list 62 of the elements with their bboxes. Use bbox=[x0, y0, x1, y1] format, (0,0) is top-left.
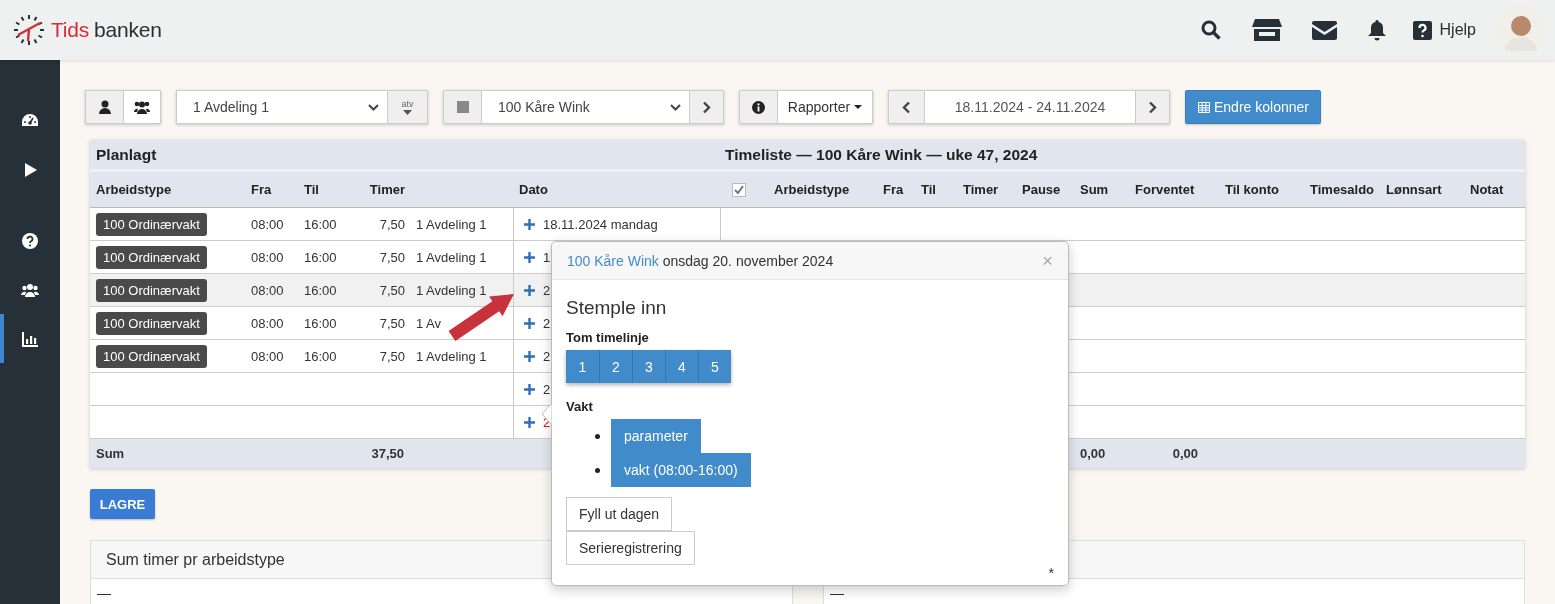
column-header: Fra bbox=[883, 182, 904, 197]
popover-heading: Stemple inn bbox=[566, 297, 668, 319]
work-type-badge: 100 Ordinærvakt bbox=[96, 245, 207, 269]
table-cell: 16:00 bbox=[304, 249, 337, 265]
table-cell: 08:00 bbox=[251, 315, 284, 331]
column-header: Lønnsart bbox=[1386, 182, 1442, 197]
table-cell: 16:00 bbox=[304, 315, 337, 331]
table-cell: 16:00 bbox=[304, 216, 337, 232]
brand-name: Tids banken bbox=[51, 18, 162, 42]
column-header: Til bbox=[921, 182, 936, 197]
table-cell: 7,50 bbox=[379, 348, 405, 364]
work-type-badge: 100 Ordinærvakt bbox=[96, 311, 207, 335]
table-cell: 7,50 bbox=[379, 315, 405, 331]
column-header: Forventet bbox=[1135, 182, 1195, 197]
sum-cell: 37,50 bbox=[371, 446, 404, 461]
table-cell: 7,50 bbox=[379, 282, 405, 298]
date-cell: 2 bbox=[543, 381, 551, 397]
column-header: Timesaldo bbox=[1310, 182, 1375, 197]
date-cell: 2 bbox=[543, 282, 551, 298]
column-header: Fra bbox=[251, 182, 272, 197]
column-header: Arbeidstype bbox=[96, 182, 172, 197]
panel-text: — bbox=[830, 585, 844, 601]
column-header: Timer bbox=[963, 182, 999, 197]
table-cell: 1 Av bbox=[416, 315, 442, 331]
popover-title: 100 Kåre Wink onsdag 20. november 2024 bbox=[567, 252, 834, 269]
work-type-badge: 100 Ordinærvakt bbox=[96, 344, 207, 368]
table-cell: 1 Avdeling 1 bbox=[416, 216, 487, 232]
section-label: Tom timelinje bbox=[566, 330, 650, 345]
column-header: Sum bbox=[1080, 182, 1109, 197]
column-header: Pause bbox=[1022, 182, 1061, 197]
date-cell: 2 bbox=[543, 348, 551, 364]
table-cell: 16:00 bbox=[304, 348, 337, 364]
work-type-badge: 100 Ordinærvakt bbox=[96, 278, 207, 302]
date-cell: 2 bbox=[543, 315, 551, 331]
table-cell: 08:00 bbox=[251, 216, 284, 232]
date-cell: 18.11.2024 mandag bbox=[543, 216, 658, 232]
section-title: Timeliste — 100 Kåre Wink — uke 47, 2024 bbox=[725, 145, 1038, 164]
work-type-badge: 100 Ordinærvakt bbox=[96, 212, 207, 236]
section-label: Vakt bbox=[566, 399, 594, 414]
table-cell: 08:00 bbox=[251, 249, 284, 265]
table-cell: 16:00 bbox=[304, 282, 337, 298]
column-header: Dato bbox=[519, 182, 548, 197]
column-header: Arbeidstype bbox=[774, 182, 850, 197]
sum-cell: 0,00 bbox=[1080, 446, 1106, 461]
panel-text: — bbox=[97, 585, 111, 601]
table-cell: 7,50 bbox=[379, 216, 405, 232]
table-cell: 1 Avdeling 1 bbox=[416, 348, 487, 364]
table-cell: 08:00 bbox=[251, 282, 284, 298]
date-cell: 1 bbox=[543, 249, 551, 265]
sum-label: Sum bbox=[96, 446, 125, 461]
table-cell: 7,50 bbox=[379, 249, 405, 265]
column-header: Til konto bbox=[1225, 182, 1279, 197]
section-title: Planlagt bbox=[96, 145, 157, 164]
column-header: Timer bbox=[369, 182, 405, 197]
footnote-mark: * bbox=[1048, 565, 1054, 581]
sum-cell: 0,00 bbox=[1172, 446, 1198, 461]
table-cell: 1 Avdeling 1 bbox=[416, 249, 487, 265]
table-cell: 08:00 bbox=[251, 348, 284, 364]
column-header: Notat bbox=[1470, 182, 1504, 197]
column-header: Til bbox=[304, 182, 319, 197]
panel-title: Sum timer pr arbeidstype bbox=[106, 550, 285, 569]
table-cell: 1 Avdeling 1 bbox=[416, 282, 487, 298]
